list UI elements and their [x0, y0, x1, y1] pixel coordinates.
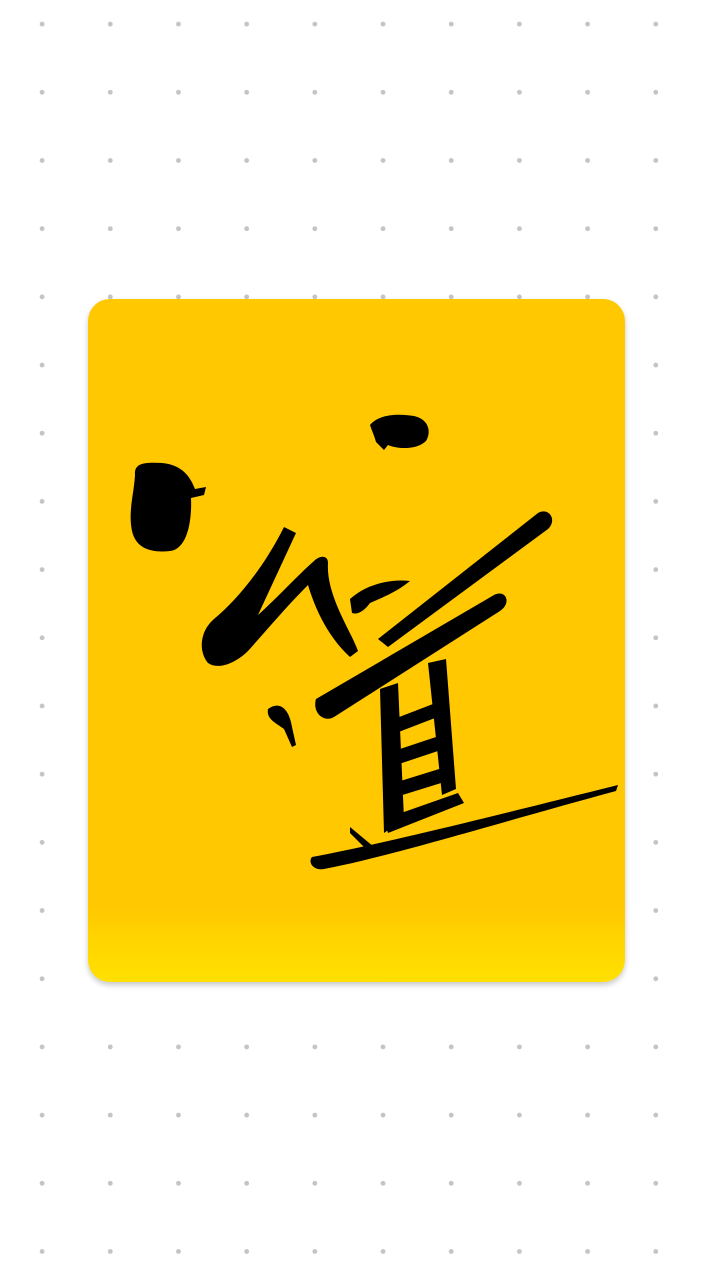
- calligraphy-card[interactable]: [88, 299, 625, 982]
- calligraphy-dao-glyph: [130, 414, 618, 870]
- ink-strokes: [130, 414, 618, 870]
